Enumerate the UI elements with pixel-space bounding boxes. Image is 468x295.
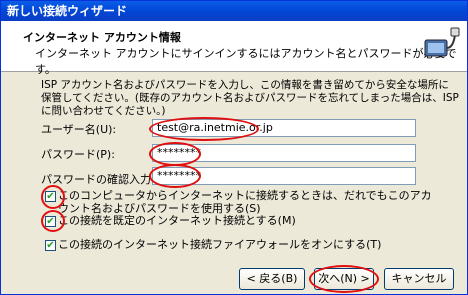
password-field[interactable]: ******** bbox=[152, 144, 416, 162]
next-button[interactable]: 次へ(N) > bbox=[314, 268, 374, 290]
instructions-text: ISP アカウント名およびパスワードを入力し、この情報を書き留めてから安全な場所… bbox=[41, 79, 459, 117]
wizard-window: 新しい接続ウィザード インターネット アカウント情報 インターネット アカウント… bbox=[0, 0, 468, 295]
default-connection-label[interactable]: この接続を既定のインターネット接続とする(M) bbox=[58, 214, 296, 227]
title-bar[interactable]: 新しい接続ウィザード bbox=[1, 1, 467, 21]
firewall-checkbox[interactable]: ✔ bbox=[45, 240, 56, 251]
cancel-button[interactable]: キャンセル bbox=[384, 268, 454, 290]
use-for-all-label[interactable]: このコンピュータからインターネットに接続するときは、だれでもこのアカウント名およ… bbox=[58, 189, 433, 215]
back-button[interactable]: < 戻る(B) bbox=[239, 268, 305, 290]
wizard-header: インターネット アカウント情報 インターネット アカウントにサインインするにはア… bbox=[1, 21, 467, 76]
connection-wizard-icon bbox=[424, 27, 460, 57]
firewall-label[interactable]: この接続のインターネット接続ファイアウォールをオンにする(T) bbox=[58, 238, 381, 251]
username-label: ユーザー名(U): bbox=[41, 123, 117, 136]
header-subtitle: インターネット アカウントにサインインするにはアカウント名とパスワードが必要です… bbox=[35, 47, 457, 76]
password-label: パスワード(P): bbox=[41, 148, 115, 161]
header-title: インターネット アカウント情報 bbox=[23, 31, 181, 44]
username-field[interactable]: test@ra.inetmie.or.jp bbox=[152, 119, 416, 137]
use-for-all-checkbox[interactable]: ✔ bbox=[45, 191, 56, 202]
password-confirm-field[interactable]: ******** bbox=[152, 167, 416, 185]
default-connection-checkbox[interactable]: ✔ bbox=[45, 216, 56, 227]
